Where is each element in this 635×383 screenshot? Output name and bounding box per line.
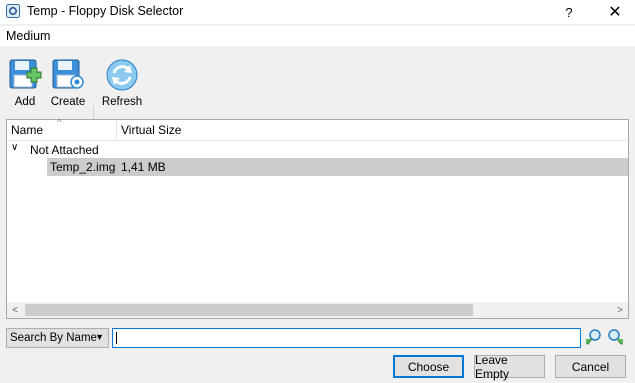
table-header: ^ Name Virtual Size xyxy=(7,117,628,141)
window-title: Temp - Floppy Disk Selector xyxy=(27,4,184,18)
chevron-down-icon[interactable]: ∨ xyxy=(11,142,18,153)
refresh-label: Refresh xyxy=(101,96,143,108)
medium-name-cell: Temp_2.img xyxy=(50,160,116,174)
virtualbox-app-icon xyxy=(6,4,20,18)
refresh-button[interactable]: Refresh xyxy=(100,58,144,114)
title-bar: Temp - Floppy Disk Selector ? ✕ xyxy=(0,0,635,24)
column-divider[interactable] xyxy=(116,120,117,140)
group-label: Not Attached xyxy=(30,143,99,157)
column-header-name[interactable]: Name xyxy=(11,123,43,137)
add-label: Add xyxy=(14,96,36,108)
leave-empty-button[interactable]: Leave Empty xyxy=(474,353,545,381)
horizontal-scrollbar[interactable]: < > xyxy=(7,302,628,318)
choose-button[interactable]: Choose xyxy=(393,355,464,378)
toolbar: Add Create Refresh xyxy=(0,48,635,156)
menu-medium[interactable]: Medium xyxy=(6,29,50,43)
close-button[interactable]: ✕ xyxy=(598,0,632,24)
medium-size-cell: 1,41 MB xyxy=(121,160,166,174)
search-forward-icon[interactable] xyxy=(606,327,624,347)
search-mode-label: Search By Name xyxy=(10,332,97,344)
add-button[interactable]: Add xyxy=(6,58,44,114)
floppy-disk-selector-dialog: Temp - Floppy Disk Selector ? ✕ Medium A… xyxy=(0,0,635,383)
help-button[interactable]: ? xyxy=(552,0,586,24)
scrollbar-thumb[interactable] xyxy=(25,304,473,316)
create-button[interactable]: Create xyxy=(48,58,88,114)
floppy-create-icon xyxy=(52,59,84,89)
search-input[interactable] xyxy=(112,328,581,348)
search-mode-select[interactable]: Search By Name ▼ xyxy=(6,328,109,348)
table-row[interactable]: Temp_2.img 1,41 MB xyxy=(47,158,628,176)
create-label: Create xyxy=(50,96,86,108)
menu-bar: Medium xyxy=(0,26,635,46)
column-header-virtual-size[interactable]: Virtual Size xyxy=(121,123,181,137)
sort-indicator-icon: ^ xyxy=(57,117,62,127)
media-tree-view[interactable]: ^ Name Virtual Size ∨ Not Attached Temp_… xyxy=(6,117,629,319)
refresh-icon xyxy=(106,59,138,91)
scroll-right-icon[interactable]: > xyxy=(612,302,628,318)
chevron-down-icon: ▼ xyxy=(95,332,104,342)
floppy-add-icon xyxy=(9,59,42,89)
scroll-left-icon[interactable]: < xyxy=(7,302,23,318)
cancel-button[interactable]: Cancel xyxy=(555,355,626,378)
search-backward-icon[interactable] xyxy=(585,327,603,347)
group-row-not-attached[interactable]: ∨ Not Attached xyxy=(7,141,628,159)
text-caret xyxy=(116,332,117,344)
